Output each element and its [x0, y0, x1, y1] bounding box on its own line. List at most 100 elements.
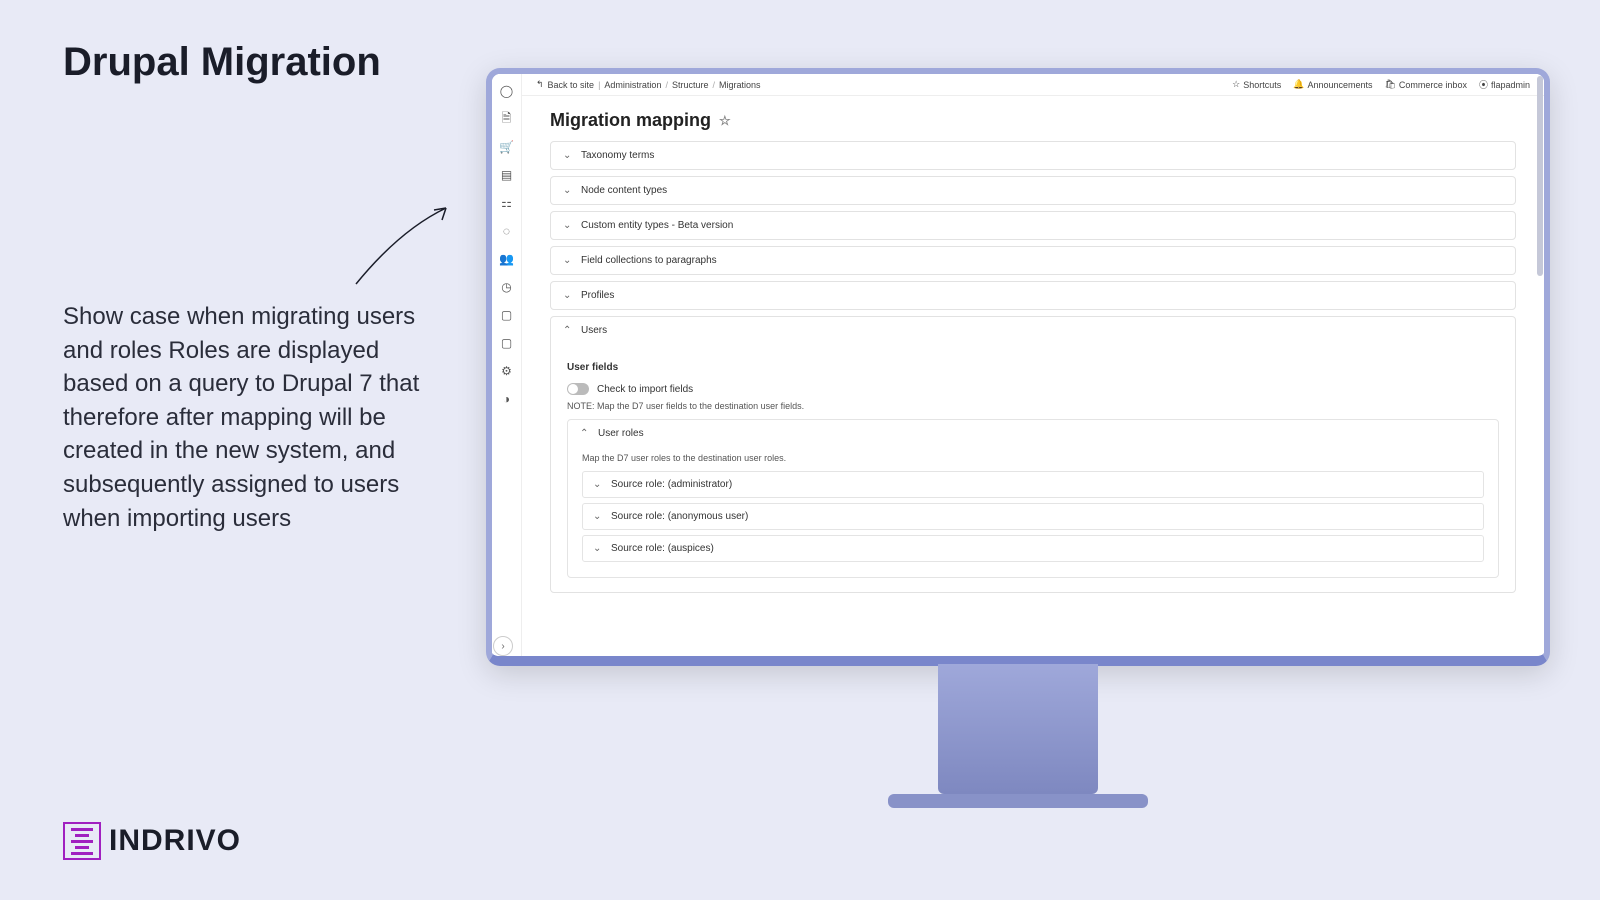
accordion-users-body: User fields Check to import fields NOTE:…: [551, 344, 1515, 592]
chevron-up-icon: ⌃: [563, 325, 573, 336]
admin-rail: ◯ 🗎 🛒 ▤ ⚏ ◌ 👥 ◷ ▢ ▢ ⚙ ◑: [492, 74, 522, 656]
star-outline-icon[interactable]: ☆: [719, 113, 731, 129]
brand-logo-icon: [63, 822, 101, 860]
accordion-head[interactable]: ⌄ Field collections to paragraphs: [551, 247, 1515, 274]
import-fields-toggle-label: Check to import fields: [597, 384, 693, 395]
brand-logo: INDRIVO: [63, 822, 241, 860]
chevron-down-icon: ⌄: [563, 290, 573, 301]
source-role-row[interactable]: ⌄ Source role: (auspices): [582, 535, 1484, 562]
content-icon[interactable]: 🗎: [500, 112, 514, 126]
user-roles-note: Map the D7 user roles to the destination…: [582, 453, 1484, 463]
chevron-up-icon: ⌃: [580, 428, 590, 439]
page-title: Migration mapping ☆: [522, 96, 1544, 141]
reports-icon[interactable]: ◷: [500, 280, 514, 294]
star-icon: ☆: [1232, 79, 1240, 90]
commerce-icon[interactable]: 🛒: [500, 140, 514, 154]
people-icon[interactable]: 👥: [500, 252, 514, 266]
appearance-icon[interactable]: ⚏: [500, 196, 514, 210]
user-fields-title: User fields: [567, 362, 1499, 373]
user-roles-panel: ⌃ User roles Map the D7 user roles to the…: [567, 419, 1499, 578]
accordion-custom-entities: ⌄ Custom entity types - Beta version: [550, 211, 1516, 240]
admin-body: ⌄ Taxonomy terms ⌄ Node content types ⌄ Cus…: [522, 141, 1544, 599]
breadcrumb: ↰ Back to site | Administration / Struct…: [536, 79, 761, 90]
user-icon: ⦿: [1479, 78, 1488, 91]
chevron-down-icon: ⌄: [593, 543, 603, 554]
scrollbar-thumb[interactable]: [1537, 76, 1543, 276]
page-title-text: Migration mapping: [550, 110, 711, 131]
accordion-head[interactable]: ⌃ Users: [551, 317, 1515, 344]
accordion-head[interactable]: ⌄ Custom entity types - Beta version: [551, 212, 1515, 239]
slide-title: Drupal Migration: [63, 40, 381, 85]
source-role-row[interactable]: ⌄ Source role: (anonymous user): [582, 503, 1484, 530]
monitor-stand: [938, 664, 1098, 794]
gear-icon[interactable]: ⚙: [500, 364, 514, 378]
config-icon[interactable]: ▢: [500, 308, 514, 322]
source-role-label: Source role: (auspices): [611, 543, 714, 554]
breadcrumb-sep: |: [598, 80, 600, 90]
monitor-base: [888, 794, 1148, 808]
accordion-label: Users: [581, 325, 607, 336]
accordion-head[interactable]: ⌄ Node content types: [551, 177, 1515, 204]
import-fields-toggle-row: Check to import fields: [567, 383, 1499, 395]
user-label: flapadmin: [1491, 80, 1530, 90]
user-menu[interactable]: ⦿flapadmin: [1479, 78, 1530, 91]
accordion-users: ⌃ Users User fields Check to import field…: [550, 316, 1516, 593]
admin-topbar: ↰ Back to site | Administration / Struct…: [522, 74, 1544, 96]
chevron-down-icon: ⌄: [563, 150, 573, 161]
chevron-down-icon: ⌄: [593, 479, 603, 490]
admin-app: ◯ 🗎 🛒 ▤ ⚏ ◌ 👥 ◷ ▢ ▢ ⚙ ◑ ↰ Back to site: [492, 74, 1544, 656]
monitor-mockup: ◯ 🗎 🛒 ▤ ⚏ ◌ 👥 ◷ ▢ ▢ ⚙ ◑ ↰ Back to site: [486, 68, 1550, 808]
chevron-down-icon: ⌄: [563, 220, 573, 231]
chevron-down-icon: ⌄: [563, 255, 573, 266]
help-icon[interactable]: ◑: [500, 392, 514, 406]
callout-text: Show case when migrating users and roles…: [63, 300, 423, 535]
brand-logo-text: INDRIVO: [109, 824, 241, 858]
monitor-frame: ◯ 🗎 🛒 ▤ ⚏ ◌ 👥 ◷ ▢ ▢ ⚙ ◑ ↰ Back to site: [486, 68, 1550, 666]
callout-arrow: [350, 200, 460, 300]
source-role-row[interactable]: ⌄ Source role: (administrator): [582, 471, 1484, 498]
accordion-label: Field collections to paragraphs: [581, 255, 717, 266]
accordion-label: Node content types: [581, 185, 667, 196]
back-arrow-icon[interactable]: ↰: [536, 79, 544, 90]
admin-main: ↰ Back to site | Administration / Struct…: [522, 74, 1544, 656]
announcements-label: Announcements: [1307, 80, 1372, 90]
breadcrumb-sep: /: [665, 80, 668, 90]
extend-icon[interactable]: ◌: [500, 224, 514, 238]
import-fields-toggle[interactable]: [567, 383, 589, 395]
chevron-down-icon: ⌄: [593, 511, 603, 522]
cart-icon: 🛍: [1384, 79, 1395, 90]
breadcrumb-item[interactable]: Administration: [604, 80, 661, 90]
breadcrumb-item[interactable]: Migrations: [719, 80, 761, 90]
accordion-node-types: ⌄ Node content types: [550, 176, 1516, 205]
bell-icon: 🔔: [1293, 79, 1304, 90]
source-role-label: Source role: (anonymous user): [611, 511, 748, 522]
accordion-profiles: ⌄ Profiles: [550, 281, 1516, 310]
user-roles-body: Map the D7 user roles to the destination…: [568, 447, 1498, 577]
accordion-head[interactable]: ⌄ Taxonomy terms: [551, 142, 1515, 169]
accordion-label: Taxonomy terms: [581, 150, 654, 161]
breadcrumb-item[interactable]: Structure: [672, 80, 709, 90]
rail-collapse-button[interactable]: ›: [493, 636, 513, 656]
accordion-label: Profiles: [581, 290, 614, 301]
structure-icon[interactable]: ▤: [500, 168, 514, 182]
user-roles-head[interactable]: ⌃ User roles: [568, 420, 1498, 447]
accordion-label: Custom entity types - Beta version: [581, 220, 733, 231]
breadcrumb-sep: /: [712, 80, 715, 90]
shortcuts-label: Shortcuts: [1243, 80, 1281, 90]
accordion-taxonomy: ⌄ Taxonomy terms: [550, 141, 1516, 170]
accordion-head[interactable]: ⌄ Profiles: [551, 282, 1515, 309]
config2-icon[interactable]: ▢: [500, 336, 514, 350]
back-to-site-link[interactable]: Back to site: [548, 80, 595, 90]
announcements-link[interactable]: 🔔Announcements: [1293, 79, 1372, 90]
user-roles-title: User roles: [598, 428, 644, 439]
shortcuts-link[interactable]: ☆Shortcuts: [1232, 79, 1281, 90]
topbar-right: ☆Shortcuts 🔔Announcements 🛍 Commerce inbo…: [1232, 78, 1530, 91]
commerce-inbox-link[interactable]: 🛍 Commerce inbox: [1384, 79, 1466, 90]
scrollbar[interactable]: [1537, 76, 1543, 586]
chevron-down-icon: ⌄: [563, 185, 573, 196]
source-role-label: Source role: (administrator): [611, 479, 732, 490]
commerce-label: Commerce inbox: [1399, 80, 1467, 90]
accordion-field-collections: ⌄ Field collections to paragraphs: [550, 246, 1516, 275]
drupal-icon[interactable]: ◯: [500, 84, 514, 98]
user-fields-note: NOTE: Map the D7 user fields to the dest…: [567, 401, 1499, 411]
